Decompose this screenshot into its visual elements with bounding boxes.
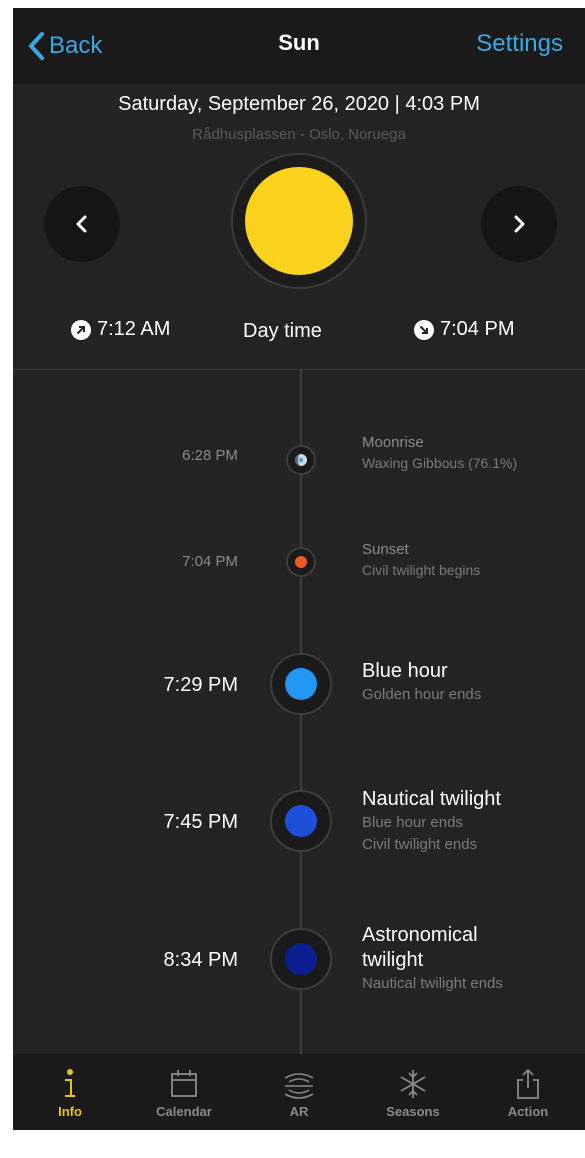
- event-marker[interactable]: [270, 928, 332, 990]
- sunset-time: 7:04 PM: [414, 318, 514, 341]
- sunrise-value: 7:12 AM: [97, 318, 171, 340]
- event-title: Blue hour: [362, 660, 448, 682]
- event-time: 7:04 PM: [182, 553, 238, 570]
- info-icon: [65, 1069, 75, 1097]
- astronomical-twilight-dot: [285, 943, 317, 975]
- event-title-line2: twilight: [362, 949, 424, 971]
- settings-button[interactable]: Settings: [476, 30, 563, 58]
- sunset-arrow-icon: [414, 319, 434, 340]
- tab-info[interactable]: Info: [13, 1054, 127, 1130]
- tab-ar[interactable]: AR: [242, 1054, 356, 1130]
- date-time-label: Saturday, September 26, 2020 | 4:03 PM: [118, 93, 480, 115]
- calendar-icon: [171, 1070, 197, 1097]
- event-time: 8:34 PM: [163, 949, 238, 971]
- tab-label: Action: [507, 1104, 549, 1119]
- event-details: Blue hour Golden hour ends: [362, 659, 577, 706]
- chevron-left-icon: [76, 215, 87, 233]
- event-title: Astronomical: [362, 924, 478, 946]
- tab-label: Calendar: [156, 1104, 212, 1119]
- event-title: Sunset: [362, 541, 409, 558]
- event-details: Moonrise Waxing Gibbous (76.1%): [362, 433, 577, 473]
- sunrise-arrow-icon: [71, 319, 91, 340]
- tab-bar: Info Calendar AR Seasons Action: [13, 1054, 585, 1130]
- tab-label: AR: [289, 1104, 309, 1119]
- event-time: 7:45 PM: [163, 811, 238, 833]
- moon-phase-icon: [295, 454, 307, 466]
- event-subtitle: Nautical twilight ends: [362, 975, 503, 992]
- sun-indicator: [231, 153, 367, 289]
- event-subtitle: Waxing Gibbous (76.1%): [362, 455, 518, 471]
- tab-action[interactable]: Action: [471, 1054, 585, 1130]
- daytime-label: Day time: [243, 320, 322, 342]
- event-time: 6:28 PM: [182, 447, 238, 464]
- event-details: Sunset Civil twilight begins: [362, 540, 577, 580]
- event-marker[interactable]: [286, 445, 316, 475]
- event-time: 7:29 PM: [163, 674, 238, 696]
- tab-label: Seasons: [386, 1104, 440, 1119]
- event-marker[interactable]: [286, 547, 316, 577]
- event-marker[interactable]: [270, 653, 332, 715]
- event-subtitle: Golden hour ends: [362, 686, 482, 703]
- event-details: Astronomical twilight Nautical twilight …: [362, 923, 577, 995]
- event-subtitle: Blue hour ends: [362, 814, 463, 831]
- next-day-button[interactable]: [481, 186, 557, 262]
- blue-hour-dot: [285, 668, 317, 700]
- event-marker[interactable]: [270, 790, 332, 852]
- app-screen: Back Sun Settings Saturday, September 26…: [13, 8, 585, 1130]
- sun-icon: [245, 167, 353, 275]
- sunset-value: 7:04 PM: [440, 318, 515, 340]
- tab-calendar[interactable]: Calendar: [127, 1054, 241, 1130]
- chevron-right-icon: [514, 215, 525, 233]
- navigation-bar: Back Sun Settings: [13, 8, 585, 84]
- previous-day-button[interactable]: [44, 186, 120, 262]
- event-title: Nautical twilight: [362, 788, 501, 810]
- location-label: Rådhusplassen - Oslo, Noruega: [192, 126, 406, 143]
- nautical-twilight-dot: [285, 805, 317, 837]
- tab-label: Info: [58, 1104, 82, 1119]
- tab-seasons[interactable]: Seasons: [356, 1054, 470, 1130]
- share-icon: [517, 1068, 539, 1099]
- ar-icon: [284, 1073, 314, 1099]
- sunrise-time: 7:12 AM: [71, 318, 170, 341]
- event-title: Moonrise: [362, 434, 424, 451]
- event-subtitle: Civil twilight begins: [362, 562, 481, 578]
- sunset-dot: [295, 556, 307, 568]
- divider: [13, 369, 585, 370]
- event-details: Nautical twilight Blue hour ends Civil t…: [362, 787, 577, 856]
- event-subtitle-secondary: Civil twilight ends: [362, 836, 478, 853]
- snowflake-icon: [400, 1070, 426, 1098]
